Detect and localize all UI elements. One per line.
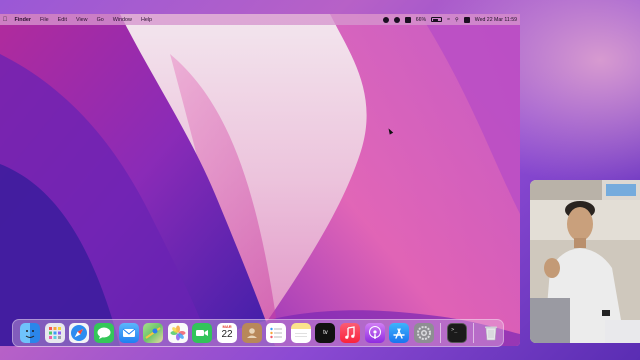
notes-icon[interactable] [290,323,311,343]
presenter-video [530,180,640,343]
menu-view[interactable]: View [71,17,92,23]
apple-tv-icon[interactable]: tv [315,323,336,343]
system-settings-icon[interactable] [413,323,434,343]
apple-menu-icon[interactable]:  [0,17,10,23]
webcam-overlay [530,180,640,343]
menu-app-name[interactable]: Finder [10,17,35,23]
photos-icon[interactable] [167,323,188,343]
app-store-icon[interactable] [389,323,410,343]
wifi-icon[interactable]: ≈ [447,17,450,23]
terminal-icon[interactable]: >_ [447,323,468,343]
music-icon[interactable] [340,323,361,343]
desktop[interactable] [0,14,520,346]
search-icon[interactable]: ⚲ [455,17,459,23]
battery-icon[interactable] [431,17,443,22]
monterey-wallpaper [0,14,520,346]
dock: MAR 22 tv >_ [12,319,504,347]
mail-icon[interactable] [118,323,139,343]
record-status-icon[interactable] [382,16,389,23]
dock-separator [440,323,441,343]
menu-file[interactable]: File [35,17,53,23]
safari-icon[interactable] [69,323,90,343]
menu-edit[interactable]: Edit [53,17,71,23]
trash-icon[interactable] [481,323,501,343]
screen-share-icon[interactable] [393,16,400,23]
control-center-icon[interactable] [463,16,470,23]
messages-icon[interactable] [94,323,115,343]
facetime-icon[interactable] [192,323,213,343]
menu-help[interactable]: Help [136,17,156,23]
battery-percent: 66% [415,16,427,23]
reminders-icon[interactable] [266,323,287,343]
calendar-day: 22 [221,329,233,340]
apple-tv-label: tv [323,330,328,336]
menu-go[interactable]: Go [92,17,108,23]
menu-window[interactable]: Window [108,17,136,23]
text-input-icon[interactable] [404,16,411,23]
launchpad-icon[interactable] [44,323,65,343]
menubar-clock[interactable]: Wed 22 Mar 11:59 [475,17,517,23]
menu-bar:  Finder File Edit View Go Window Help 6… [0,14,520,25]
calendar-icon[interactable]: MAR 22 [217,323,238,343]
dock-separator-trash [473,323,475,343]
contacts-icon[interactable] [241,323,262,343]
finder-icon[interactable] [20,323,41,343]
podcasts-icon[interactable] [364,323,385,343]
maps-icon[interactable] [143,323,164,343]
